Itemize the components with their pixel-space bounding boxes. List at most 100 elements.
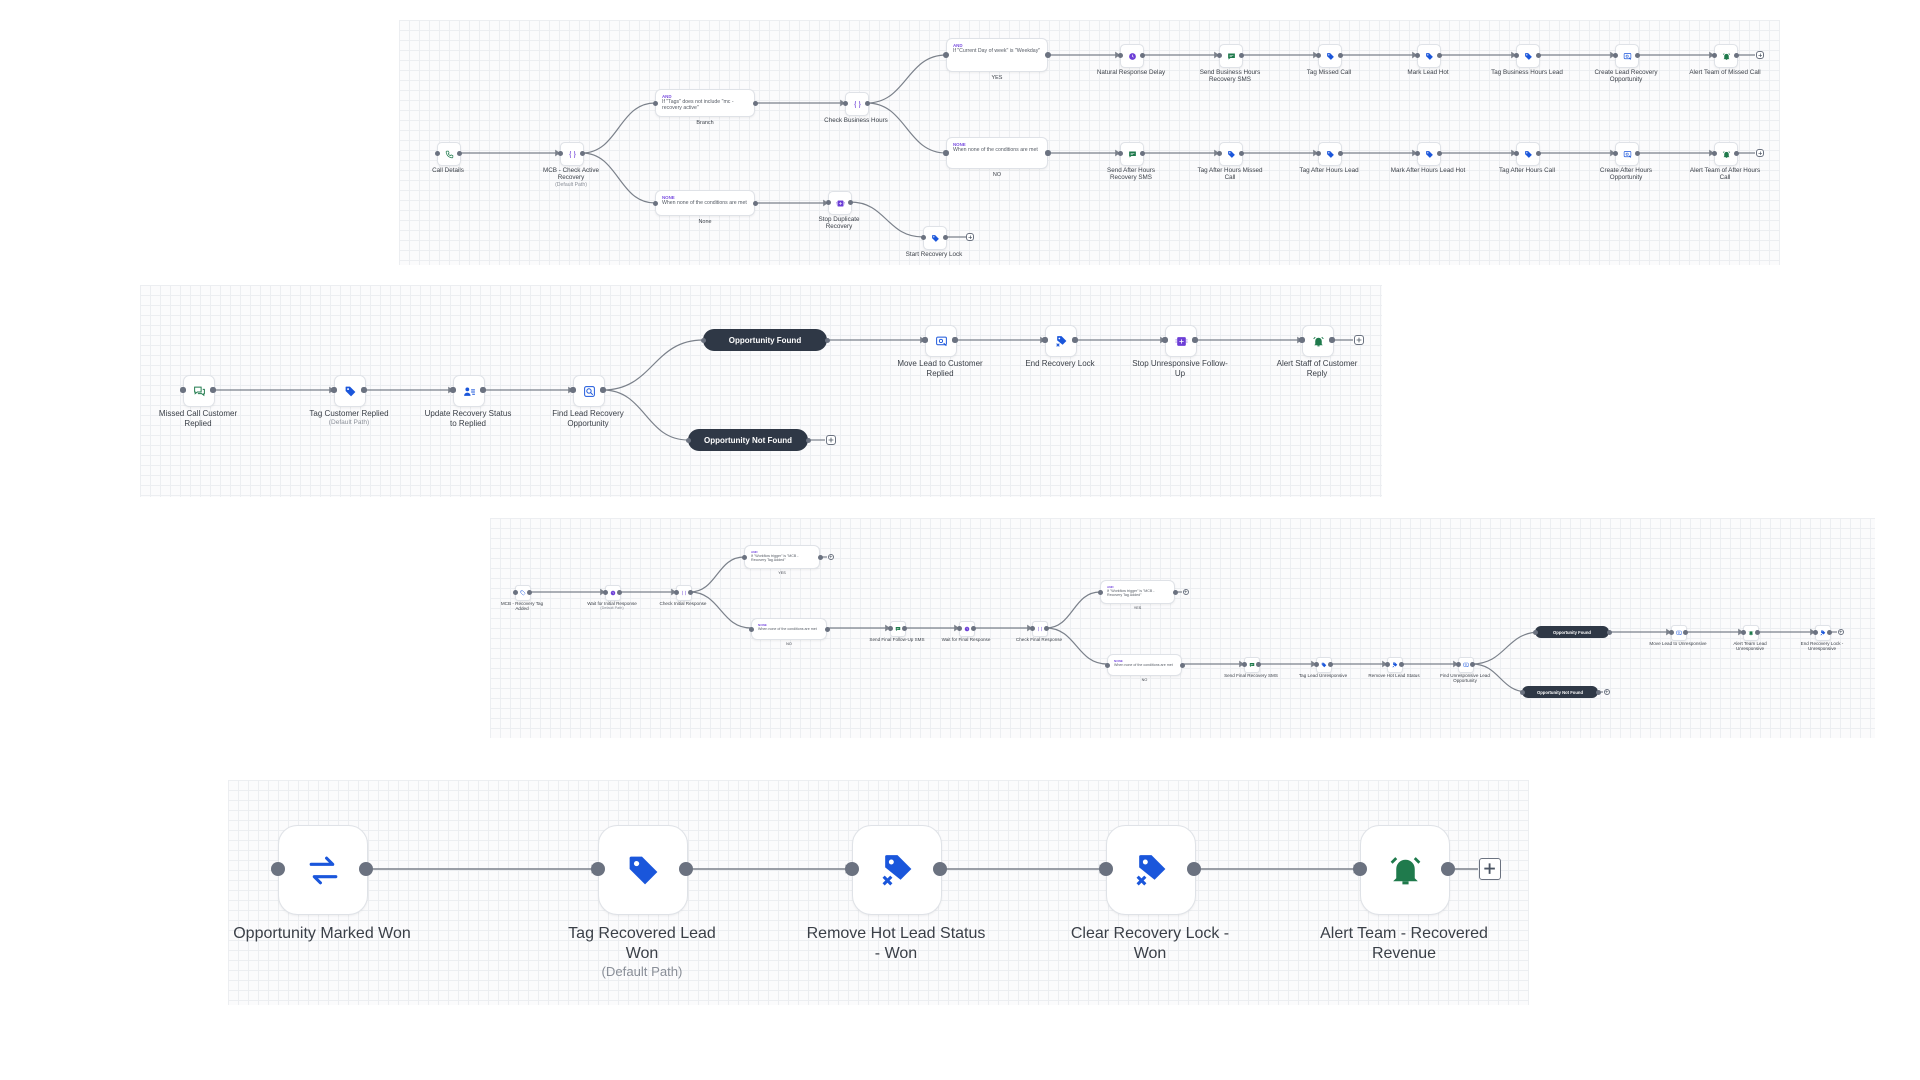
no2-step-2-title: Tag Lead Unresponsive [1298,672,1348,678]
alarm-icon [1722,52,1731,61]
no-step-1-title: Send After Hours Recovery SMS [1107,166,1155,182]
no-step-4-title: Mark After Hours Lead Hot [1390,166,1466,174]
connector-dot [1097,589,1103,595]
no1-condition[interactable]: NONE When none of the conditions are met [751,618,827,640]
yes1-condition[interactable]: AND If "Workflow trigger" is "MCB - Recov… [744,545,820,569]
connector-dot [1238,150,1244,156]
none-condition[interactable]: NONE When none of the conditions are met [655,190,755,216]
missed-call-replied-trigger-label: Missed Call Customer Replied [153,409,243,429]
connector-dot [652,200,658,206]
tag-icon [1524,150,1533,159]
connector-dot [700,337,706,343]
connector-dot [922,337,928,343]
connector-dot [434,150,440,156]
unresp-found-step-2-label: Alert Team Lead Unresponsive [1721,641,1779,652]
tag-recovered-lead-node[interactable] [598,825,688,915]
connector-dot [1535,52,1541,58]
connector-dot [1045,150,1051,156]
tag-remove-icon [1392,662,1398,668]
yes-condition[interactable]: AND If "Current Day of week" is "Weekday" [946,38,1048,72]
no1-condition-text: When none of the conditions are met [758,627,817,631]
clear-recovery-lock-node[interactable] [1106,825,1196,915]
connector-dot [1337,52,1343,58]
add-step-button[interactable] [1604,689,1610,695]
no2-step-1-label: Send Final Recovery SMS [1222,673,1280,679]
found-step-3-label: Stop Unresponsive Follow-Up [1130,359,1230,379]
no-condition[interactable]: NONE When none of the conditions are met [946,137,1048,169]
no2-condition[interactable]: NONE When none of the conditions are met [1107,654,1182,676]
alarm-icon [1387,852,1424,889]
add-step-button[interactable] [966,233,974,241]
connector-dot [1329,337,1335,343]
connector-dot [1606,629,1612,635]
connector-dot [1682,629,1688,635]
yes-step-2-title: Send Business Hours Recovery SMS [1199,68,1261,84]
branch-condition[interactable]: AND If "Tags" does not include "mc - reco… [655,89,755,117]
connector-dot [1733,150,1739,156]
connector-dot [752,200,758,206]
yes-step-6-label: Create Lead Recovery Opportunity [1588,69,1664,85]
add-step-button[interactable] [1756,51,1764,59]
no-step-2-title: Tag After Hours Missed Call [1197,166,1263,182]
connector-dot [864,100,870,106]
opportunity-found-branch[interactable]: Opportunity Found [703,329,827,351]
check-final-node-title: Check Final Response [1015,636,1063,642]
add-step-button[interactable] [1756,149,1764,157]
opp-move-icon [1463,662,1469,668]
connector-dot [652,100,658,106]
alarm-icon [1748,630,1754,636]
connector-dot [887,625,893,631]
add-step-button[interactable] [828,554,834,560]
connector-dot [480,387,486,393]
clock-icon [610,590,616,596]
yes-step-7-label: Alert Team of Missed Call [1687,69,1763,77]
sms-icon [1128,150,1137,159]
no2-step-4-title: Find Unresponsive Lead Opportunity [1440,672,1490,684]
add-step-button[interactable] [1838,629,1844,635]
no-step-6-title: Create After Hours Opportunity [1599,166,1653,182]
add-step-button[interactable] [826,435,836,445]
tag-recovered-lead-node-label: Tag Recovered Lead Won (Default Path) [552,924,732,980]
clock-icon [1128,52,1137,61]
wait-final-node-title: Wait for Final Response [941,636,991,642]
add-step-button[interactable] [1183,589,1189,595]
check-active-recovery-node-label: MCB - Check Active Recovery (Default Path… [531,167,611,189]
alert-recovered-revenue-node[interactable] [1360,825,1450,915]
connector-dot [602,589,608,595]
opportunity-not-found-branch[interactable]: Opportunity Not Found [688,429,808,451]
workflow-canvas-customer-replied [140,285,1382,497]
add-step-button[interactable] [1354,335,1364,345]
unresp-found-step-2-title: Alert Team Lead Unresponsive [1733,640,1767,652]
add-step-button[interactable] [1479,858,1501,880]
yes-step-7-title: Alert Team of Missed Call [1689,68,1761,76]
connector-dot [1733,52,1739,58]
connector-dot [1711,150,1717,156]
connector-dot [1711,52,1717,58]
tag-recovered-lead-node-path-note: (Default Path) [601,963,683,979]
send-final-followup-node-label: Send Final Follow-Up SMS [868,637,926,643]
update-recovery-status-node-label: Update Recovery Status to Replied [423,409,513,429]
no2-step-1-title: Send Final Recovery SMS [1224,672,1278,678]
found-step-3-title: Stop Unresponsive Follow-Up [1132,358,1228,378]
remove-hot-lead-node[interactable] [852,825,942,915]
unresp-opportunity-found-branch[interactable]: Opportunity Found [1535,626,1609,638]
tag-icon [1425,150,1434,159]
connector-dot [1513,150,1519,156]
connector-dot [616,589,622,595]
plus-icon [1605,690,1609,694]
yes2-condition[interactable]: AND If "Workflow trigger" is "MCB - Recov… [1100,580,1175,604]
connector-dot [1241,661,1247,667]
connector-dot [1299,337,1305,343]
connector-dot [1754,629,1760,635]
connector-dot [1192,337,1198,343]
opportunity-marked-won-trigger[interactable] [278,825,368,915]
connector-dot [687,589,693,595]
workflow-canvas-call-details [399,20,1780,265]
connector-dot [1812,629,1818,635]
connector-dot [1238,52,1244,58]
recovery-tag-trigger-label: MCB - Recovery Tag Added [498,601,546,612]
yes1-condition-label: YES [778,571,786,576]
unresp-opportunity-not-found-branch[interactable]: Opportunity Not Found [1522,686,1598,698]
connector-dot [952,337,958,343]
tag-icon [1321,662,1327,668]
